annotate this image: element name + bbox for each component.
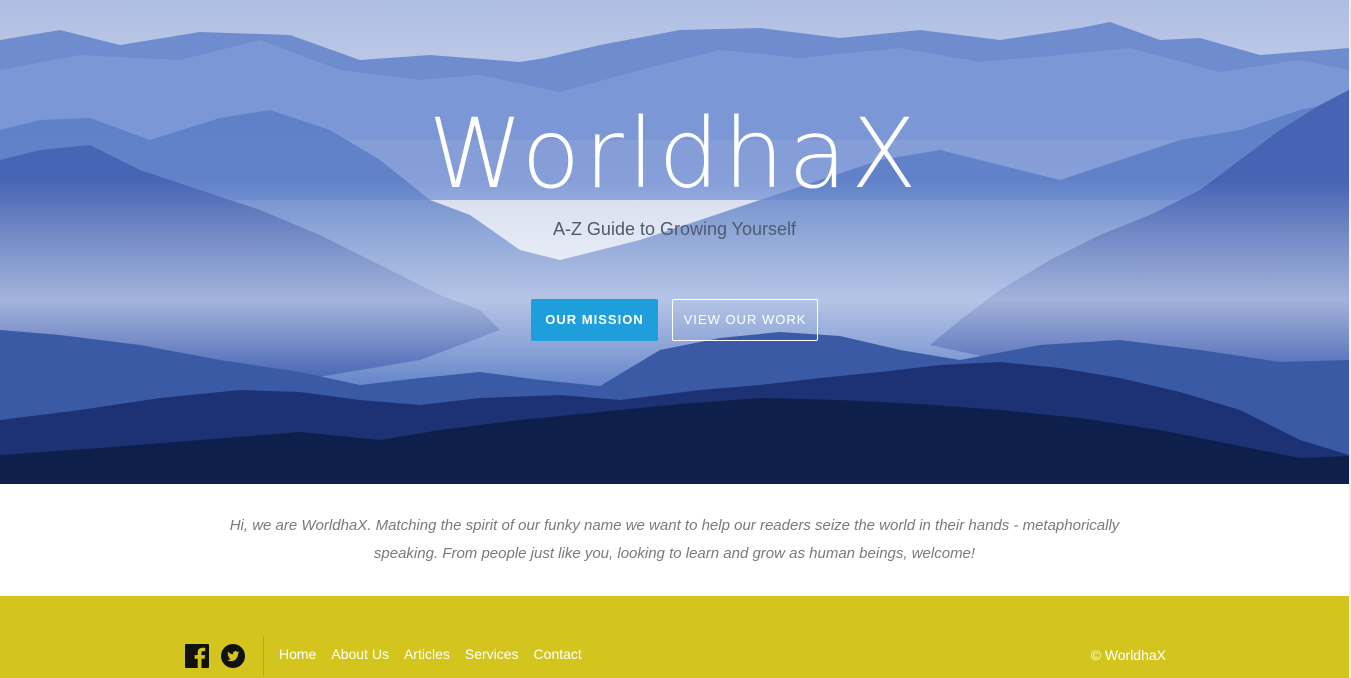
- view-our-work-button[interactable]: VIEW OUR WORK: [672, 299, 818, 341]
- twitter-icon[interactable]: [221, 644, 245, 668]
- footer-nav-services[interactable]: Services: [465, 646, 519, 662]
- site-tagline: A-Z Guide to Growing Yourself: [552, 219, 797, 239]
- our-mission-button[interactable]: OUR MISSION: [531, 299, 658, 341]
- footer-nav-about-us[interactable]: About Us: [331, 646, 389, 662]
- facebook-icon[interactable]: [185, 644, 209, 668]
- intro-section: Hi, we are WorldhaX. Matching the spirit…: [0, 484, 1349, 596]
- hero-section: WorldhaX A-Z Guide to Growing Yourself O…: [0, 0, 1349, 484]
- footer-nav-contact[interactable]: Contact: [534, 646, 582, 662]
- intro-text: Hi, we are WorldhaX. Matching the spirit…: [229, 517, 1120, 562]
- social-links: [185, 644, 245, 668]
- mountain-background-image: [0, 0, 1349, 484]
- footer-nav-home[interactable]: Home: [279, 646, 316, 662]
- footer-nav: Home About Us Articles Services Contact: [279, 646, 582, 662]
- footer-nav-articles[interactable]: Articles: [404, 646, 450, 662]
- copyright-text: © WorldhaX: [1090, 647, 1166, 663]
- footer-divider: [263, 636, 264, 676]
- site-title: WorldhaX: [428, 98, 921, 210]
